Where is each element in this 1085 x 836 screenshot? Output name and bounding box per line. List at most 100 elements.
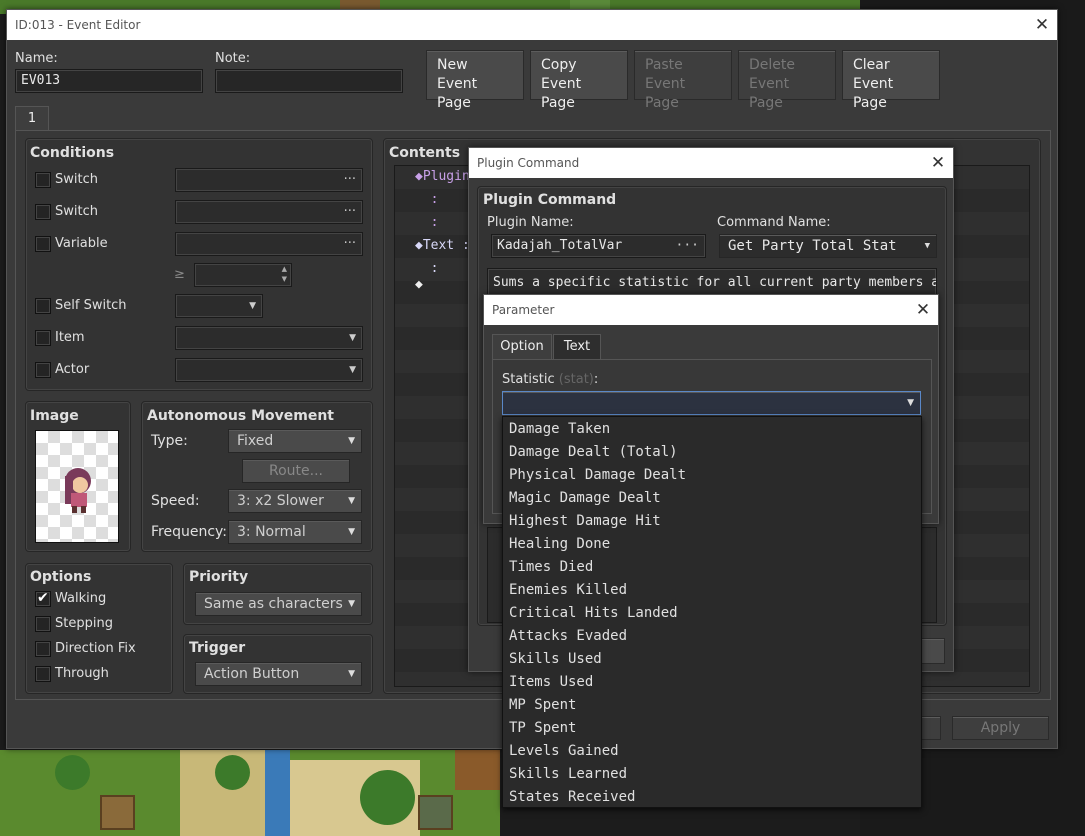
statistic-option[interactable]: Skills Learned [503, 763, 921, 786]
options-group: Options Walking Stepping Direction Fix T… [25, 563, 173, 694]
apply-button-label: Apply [980, 720, 1021, 736]
statistic-option[interactable]: States Received [503, 786, 921, 809]
tab-text[interactable]: Text [553, 334, 601, 360]
image-title: Image [30, 408, 79, 424]
trigger-select[interactable]: Action Button ▼ [195, 662, 362, 686]
contents-line-3[interactable]: ◆Text : [415, 238, 470, 253]
conditions-title: Conditions [30, 145, 115, 161]
contents-line-2[interactable]: : [415, 215, 439, 230]
delete-event-page-button[interactable]: Delete Event Page [738, 50, 836, 111]
speed-select[interactable]: 3: x2 Slower ▼ [228, 489, 362, 513]
clear-event-page-button[interactable]: Clear Event Page [842, 50, 940, 111]
variable-label: Variable [55, 236, 108, 251]
statistic-option[interactable]: Damage Dealt (Total) [503, 441, 921, 464]
variable-value-spinner[interactable]: ▲ ▼ [194, 263, 292, 287]
spinner-arrows-icon[interactable]: ▲ ▼ [282, 264, 287, 284]
autonomous-movement-group: Autonomous Movement Type: Fixed ▼ Route..… [141, 401, 373, 552]
priority-select[interactable]: Same as characters ▼ [195, 592, 362, 616]
new-event-page-button[interactable]: New Event Page [426, 50, 524, 111]
item-checkbox[interactable] [35, 330, 51, 346]
through-label: Through [55, 666, 109, 681]
trigger-group: Trigger Action Button ▼ [183, 634, 373, 694]
chevron-down-icon: ▼ [349, 333, 356, 343]
contents-line-1[interactable]: : [415, 192, 439, 207]
copy-event-page-line1: Copy [541, 57, 577, 73]
switch1-checkbox[interactable] [35, 172, 51, 188]
statistic-select[interactable]: ▼ [502, 391, 921, 415]
statistic-option[interactable]: Skills Used [503, 648, 921, 671]
switch1-select[interactable]: ··· [175, 168, 363, 192]
frequency-select[interactable]: 3: Normal ▼ [228, 520, 362, 544]
contents-line-0[interactable]: ◆Plugin [415, 169, 470, 184]
chevron-down-icon: ▼ [249, 301, 256, 311]
walking-checkbox[interactable] [35, 590, 51, 607]
clear-event-page-line1: Clear [853, 57, 890, 73]
self-switch-checkbox[interactable] [35, 298, 51, 314]
switch1-label: Switch [55, 172, 98, 187]
paste-event-page-button[interactable]: Paste Event Page [634, 50, 732, 111]
speed-label: Speed: [151, 493, 200, 509]
actor-checkbox[interactable] [35, 362, 51, 378]
direction-fix-checkbox[interactable] [35, 641, 51, 657]
statistic-option[interactable]: Magic Damage Dealt [503, 487, 921, 510]
statistic-option[interactable]: Critical Hits Landed [503, 602, 921, 625]
statistic-option[interactable]: Healing Done [503, 533, 921, 556]
plugin-name-field[interactable]: Kadajah_TotalVar ··· [491, 234, 706, 258]
close-icon[interactable]: ✕ [908, 295, 938, 325]
statistic-option[interactable]: TP Spent [503, 717, 921, 740]
name-label: Name: [15, 51, 58, 66]
note-field[interactable] [215, 69, 403, 93]
ellipsis-icon: ··· [343, 172, 356, 187]
statistic-option[interactable]: Highest Damage Hit [503, 510, 921, 533]
item-label: Item [55, 330, 85, 345]
trigger-title: Trigger [189, 640, 246, 656]
actor-select[interactable]: ▼ [175, 358, 363, 382]
close-icon[interactable]: ✕ [1027, 10, 1057, 40]
note-label: Note: [215, 51, 251, 66]
event-image-preview[interactable] [35, 430, 119, 543]
statistic-option[interactable]: Physical Damage Dealt [503, 464, 921, 487]
plugin-command-title: Plugin Command [477, 156, 580, 170]
switch2-checkbox[interactable] [35, 204, 51, 220]
autonomous-movement-title: Autonomous Movement [147, 408, 334, 424]
clear-event-page-line2: Event Page [853, 76, 894, 111]
statistic-option[interactable]: Times Died [503, 556, 921, 579]
apply-button[interactable]: Apply [952, 716, 1049, 740]
plugin-name-value: Kadajah_TotalVar [497, 238, 623, 253]
conditions-group: Conditions Switch ··· Switch ··· Variabl… [25, 138, 373, 391]
name-field[interactable]: EV013 [15, 69, 203, 93]
item-select[interactable]: ▼ [175, 326, 363, 350]
route-button[interactable]: Route... [242, 459, 350, 483]
statistic-option[interactable]: Attacks Evaded [503, 625, 921, 648]
copy-event-page-button[interactable]: Copy Event Page [530, 50, 628, 111]
chevron-down-icon: ▼ [348, 496, 355, 506]
delete-event-page-line1: Delete [749, 57, 795, 73]
command-name-select[interactable]: Get Party Total Stat ▼ [719, 234, 937, 258]
tab-page-1[interactable]: 1 [15, 106, 49, 131]
chevron-down-icon: ▼ [348, 669, 355, 679]
statistic-key: (stat) [558, 372, 594, 387]
switch2-label: Switch [55, 204, 98, 219]
direction-fix-label: Direction Fix [55, 641, 136, 656]
priority-value: Same as characters [204, 596, 343, 612]
statistic-option[interactable]: Damage Taken [503, 418, 921, 441]
tab-option[interactable]: Option [492, 334, 552, 360]
walking-label: Walking [55, 591, 107, 606]
character-sprite-icon [65, 468, 91, 513]
plugin-ok-button-partial[interactable] [921, 638, 945, 664]
contents-line-5[interactable]: ◆ [415, 277, 423, 292]
type-select[interactable]: Fixed ▼ [228, 429, 362, 453]
actor-label: Actor [55, 362, 90, 377]
variable-checkbox[interactable] [35, 236, 51, 252]
close-icon[interactable]: ✕ [923, 148, 953, 178]
switch2-select[interactable]: ··· [175, 200, 363, 224]
self-switch-select[interactable]: ▼ [175, 294, 263, 318]
route-button-label: Route... [269, 463, 323, 479]
variable-select[interactable]: ··· [175, 232, 363, 256]
statistic-option[interactable]: Levels Gained [503, 740, 921, 763]
stepping-checkbox[interactable] [35, 616, 51, 632]
statistic-option[interactable]: MP Spent [503, 694, 921, 717]
through-checkbox[interactable] [35, 666, 51, 682]
statistic-option[interactable]: Enemies Killed [503, 579, 921, 602]
statistic-option[interactable]: Items Used [503, 671, 921, 694]
